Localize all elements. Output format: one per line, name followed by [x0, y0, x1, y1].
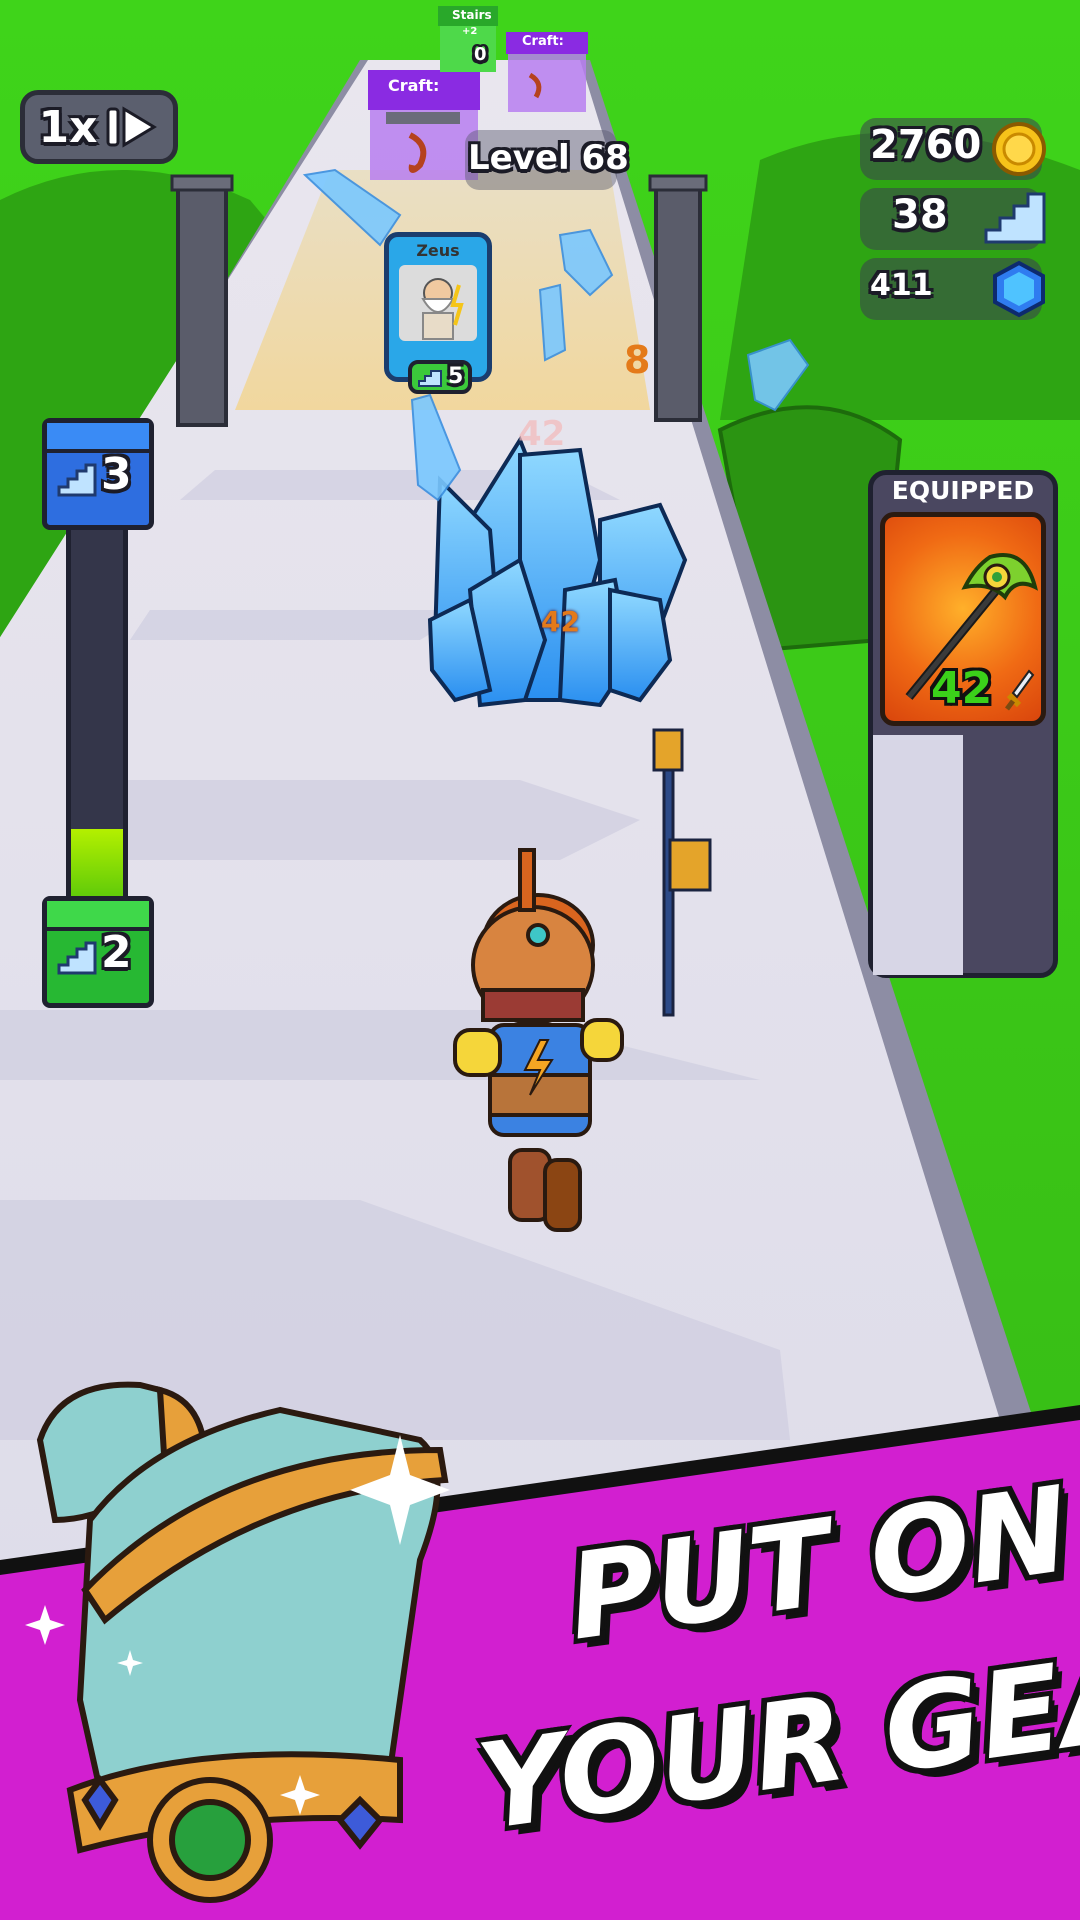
craft-gate-label: Craft: — [388, 76, 440, 95]
coins-counter: 2760 — [860, 118, 1046, 180]
side-number: 8 — [624, 338, 651, 382]
zeus-card-cost-badge: 5 — [408, 360, 472, 394]
stairs-gate-value: 0 — [474, 44, 487, 65]
speed-label: 1x — [38, 101, 98, 153]
zeus-card-cost: 5 — [448, 364, 464, 389]
stairs-gate-bonus: +2 — [462, 26, 478, 37]
coins-value: 2760 — [870, 122, 982, 168]
stairs-icon — [984, 192, 1046, 244]
equipped-title: EQUIPPED — [891, 476, 1035, 505]
crystal-hp-ghost: 42 — [518, 414, 566, 454]
fast-forward-icon — [106, 106, 157, 148]
craft-gate-label-far: Craft: — [522, 34, 564, 49]
stair-meter-next-tier: 3 — [42, 418, 154, 530]
speed-toggle-button[interactable]: 1x — [20, 90, 178, 164]
stairs-gate-label: Stairs — [452, 8, 492, 22]
stairs-counter: 38 — [860, 188, 1046, 250]
level-label: Level 68 — [468, 138, 629, 178]
gem-icon — [993, 260, 1045, 318]
equipped-weapon-slot[interactable]: 42 — [880, 512, 1046, 726]
crystal-hp: 42 — [541, 605, 580, 638]
stair-meter-bottom-value: 2 — [101, 927, 132, 978]
sword-icon — [1005, 669, 1035, 711]
gems-counter: 411 — [860, 258, 1045, 320]
stair-meter-fill — [71, 829, 123, 905]
stairs-icon — [57, 941, 97, 975]
equipped-weapon-power: 42 — [931, 663, 993, 714]
stairs-icon — [418, 370, 442, 387]
zeus-portrait — [399, 265, 477, 341]
zeus-card-name: Zeus — [416, 241, 460, 260]
stair-meter-current-tier: 2 — [42, 896, 154, 1008]
stairs-icon — [57, 463, 97, 497]
gems-value: 411 — [870, 268, 933, 303]
stairs-value: 38 — [892, 192, 948, 238]
equipped-panel-notch — [873, 735, 963, 975]
stair-meter-top-value: 3 — [101, 449, 132, 500]
coin-icon — [992, 122, 1046, 176]
